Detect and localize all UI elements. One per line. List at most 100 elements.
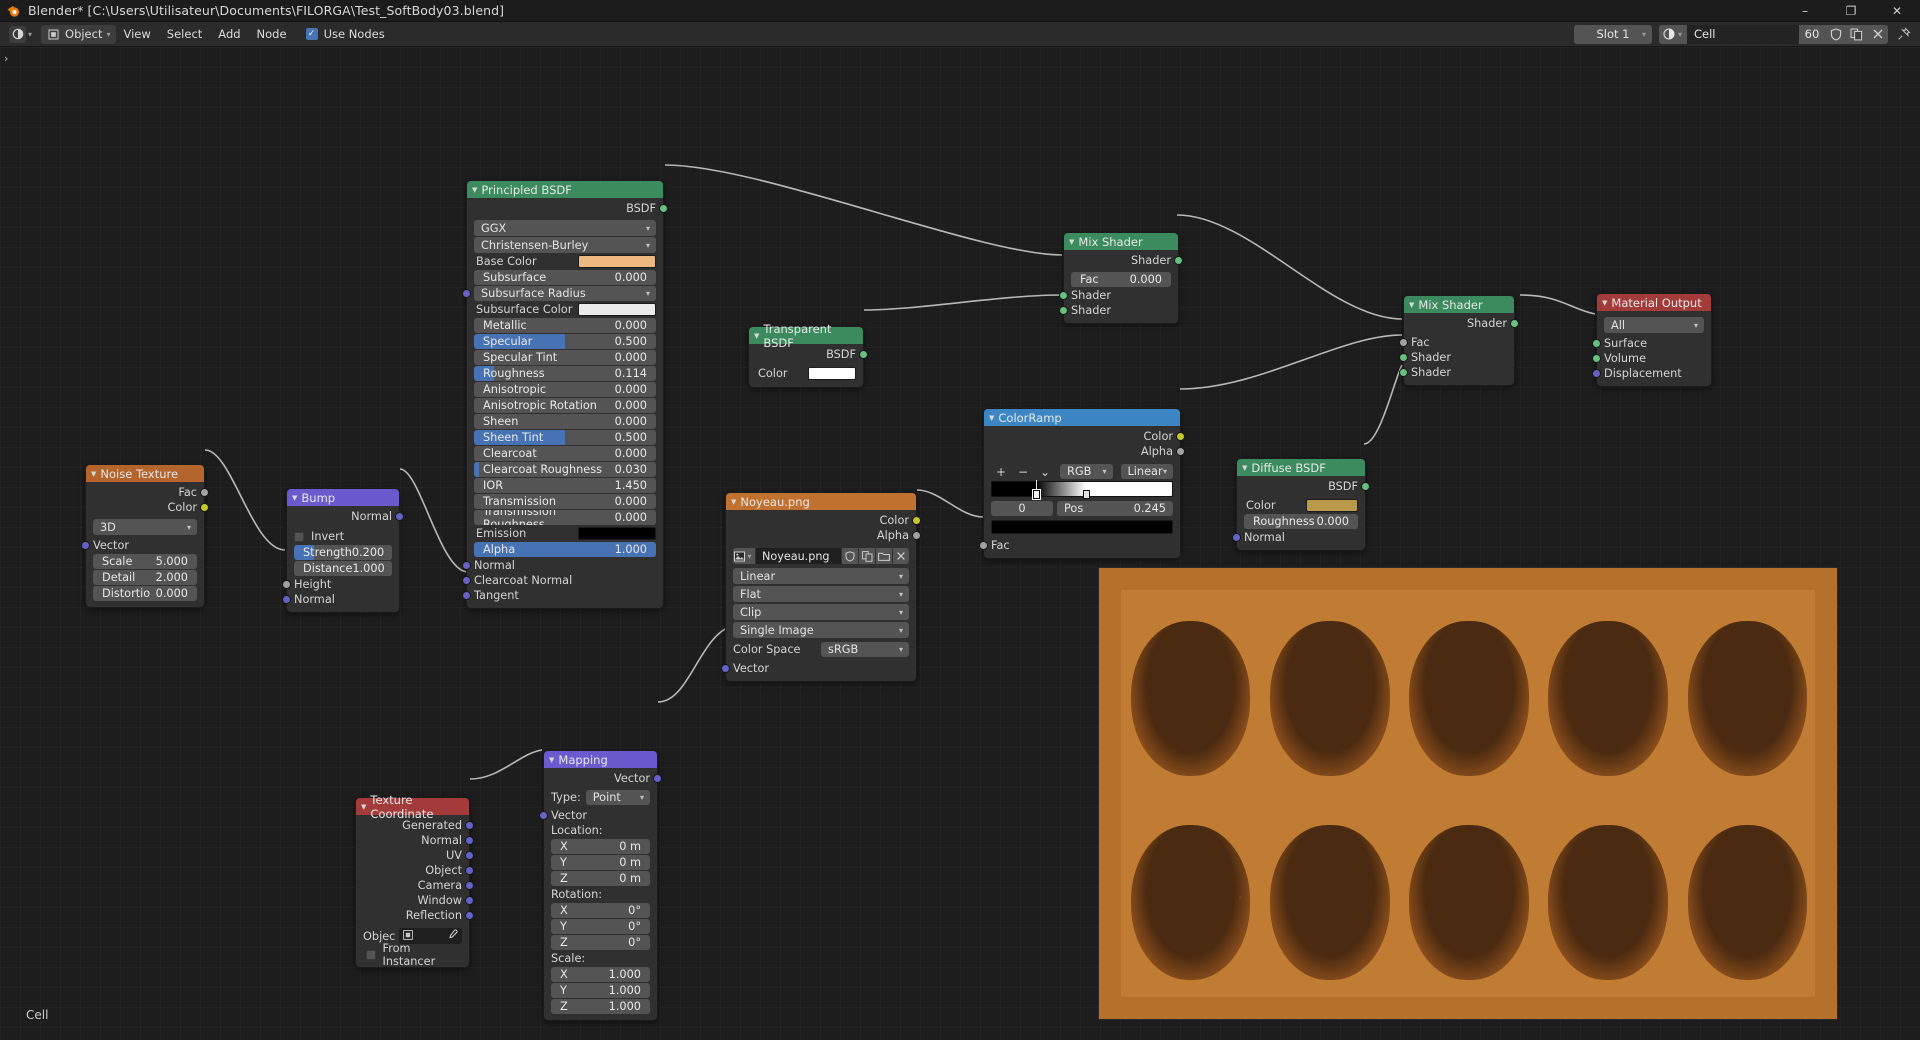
socket-shader-1[interactable] [1059,291,1068,300]
param-emission[interactable]: Emission [474,526,656,541]
rotation-z[interactable]: Z 0° [551,935,650,950]
socket-bsdf[interactable] [859,350,868,359]
material-users-count[interactable]: 60 [1799,24,1825,44]
output-socket-camera[interactable]: Camera [356,878,474,893]
interpolation-dropdown[interactable]: Linear ▾ [733,568,909,584]
param-roughness[interactable]: Roughness 0.000 [1244,514,1358,529]
input-socket-normal[interactable]: Normal [1232,530,1365,545]
input-socket-volume[interactable]: Volume [1592,351,1711,366]
input-socket-clearcoat-normal[interactable]: Clearcoat Normal [462,573,663,588]
scale-z[interactable]: Z 1.000 [551,999,650,1014]
collapse-triangle-icon[interactable]: ▼ [549,756,554,764]
param-subsurface-color[interactable]: Subsurface Color [474,302,656,317]
add-stop-button[interactable]: + [994,465,1008,479]
socket-normal[interactable] [1232,533,1241,542]
material-browse-button[interactable]: ▾ [1658,24,1687,44]
invert-checkbox-row[interactable]: Invert [287,529,399,544]
node-header[interactable]: ▼ Diffuse BSDF [1237,459,1365,476]
ramp-pos-field[interactable]: Pos 0.245 [1057,501,1173,516]
param-distance[interactable]: Distance 1.000 [294,561,392,576]
socket-fac[interactable] [979,541,988,550]
param-fac[interactable]: Fac 0.000 [1071,272,1171,287]
socket-volume[interactable] [1592,354,1601,363]
node-texture-coordinate[interactable]: ▼ Texture Coordinate Generated Normal UV… [355,793,474,968]
socket-subsurface-radius[interactable] [462,289,471,298]
output-socket-generated[interactable]: Generated [356,818,474,833]
ramp-index-field[interactable]: 0 [991,501,1053,516]
subsurface-method-dropdown[interactable]: Christensen-Burley ▾ [474,237,656,253]
param-sheen-tint[interactable]: Sheen Tint 0.500 [474,430,656,445]
param-metallic[interactable]: Metallic 0.000 [474,318,656,333]
duplicate-icon[interactable] [859,548,875,564]
output-socket-alpha[interactable]: Alpha [984,444,1185,459]
ramp-selected-color-swatch[interactable] [991,520,1173,534]
interpolation-dropdown[interactable]: Linear ▾ [1120,464,1173,479]
socket-color[interactable] [912,516,921,525]
menu-select[interactable]: Select [159,25,210,44]
base-color-swatch[interactable] [578,255,656,268]
node-bump[interactable]: ▼ Bump Normal Invert Strength 0.200 Dist… [282,488,404,613]
param-anisotropic[interactable]: Anisotropic 0.000 [474,382,656,397]
output-socket-reflection[interactable]: Reflection [356,908,474,923]
output-socket-bsdf[interactable]: BSDF [749,347,868,362]
collapse-triangle-icon[interactable]: ▼ [1069,238,1074,246]
pin-icon[interactable] [1894,25,1914,44]
socket-normal[interactable] [465,836,474,845]
target-dropdown[interactable]: All ▾ [1604,317,1704,333]
input-socket-normal[interactable]: Normal [462,558,663,573]
collapse-triangle-icon[interactable]: ▼ [472,186,477,194]
maximize-button[interactable]: ❐ [1828,0,1874,22]
socket-tangent[interactable] [462,591,471,600]
param-specular-tint[interactable]: Specular Tint 0.000 [474,350,656,365]
socket-uv[interactable] [465,851,474,860]
node-header[interactable]: ▼ Noise Texture [86,465,204,482]
socket-vector[interactable] [721,664,730,673]
color-ramp-gradient[interactable] [991,480,1173,499]
collapse-triangle-icon[interactable]: ▼ [1602,299,1607,307]
socket-bsdf[interactable] [659,204,668,213]
node-principled-bsdf[interactable]: ▼ Principled BSDF BSDF GGX ▾ Christensen… [462,180,668,609]
socket-shader-out[interactable] [1510,319,1519,328]
remove-stop-button[interactable]: − [1016,465,1030,479]
param-detail[interactable]: Detail 2.000 [93,570,197,585]
output-socket-color[interactable]: Color [726,513,921,528]
socket-fac[interactable] [1399,338,1408,347]
param-anisotropic-rotation[interactable]: Anisotropic Rotation 0.000 [474,398,656,413]
distribution-dropdown[interactable]: GGX ▾ [474,220,656,236]
socket-color[interactable] [1176,432,1185,441]
output-socket-fac[interactable]: Fac [86,485,209,500]
type-dropdown[interactable]: Point ▾ [585,790,650,805]
socket-window[interactable] [465,896,474,905]
node-transparent-bsdf[interactable]: ▼ Transparent BSDF BSDF Color [748,322,868,388]
socket-alpha[interactable] [912,531,921,540]
collapse-triangle-icon[interactable]: ▼ [989,414,994,422]
close-button[interactable]: ✕ [1874,0,1920,22]
checkbox-icon[interactable] [366,949,376,960]
node-color-ramp[interactable]: ▼ ColorRamp Color Alpha + − ⌄ RGB ▾ Line… [979,408,1185,559]
node-mix-shader-2[interactable]: ▼ Mix Shader Shader Fac Shader Shader [1399,295,1519,386]
socket-shader-1[interactable] [1399,353,1408,362]
scale-x[interactable]: X 1.000 [551,967,650,982]
ramp-menu-button[interactable]: ⌄ [1038,465,1052,479]
input-socket-shader-2[interactable]: Shader [1399,365,1514,380]
output-socket-normal[interactable]: Normal [356,833,474,848]
param-color[interactable]: Color [756,366,856,381]
socket-alpha[interactable] [1176,447,1185,456]
output-socket-object[interactable]: Object [356,863,474,878]
node-header[interactable]: ▼ Mix Shader [1064,233,1178,250]
diffuse-color-swatch[interactable] [1306,499,1358,512]
input-socket-fac[interactable]: Fac [979,538,1180,553]
material-name-field[interactable]: Cell [1687,24,1799,44]
color-space-dropdown[interactable]: sRGB ▾ [821,642,909,657]
rotation-x[interactable]: X 0° [551,903,650,918]
node-noise-texture[interactable]: ▼ Noise Texture Fac Color 3D ▾ Vector Sc… [81,464,209,608]
shield-icon[interactable] [842,548,858,564]
node-mapping[interactable]: ▼ Mapping Vector Type: Point ▾ Vector Lo… [539,750,662,1021]
param-ior[interactable]: IOR 1.450 [474,478,656,493]
collapse-triangle-icon[interactable]: ▼ [361,803,366,811]
socket-color[interactable] [200,503,209,512]
input-socket-vector[interactable]: Vector [539,808,657,823]
output-socket-color[interactable]: Color [86,500,209,515]
dimension-dropdown[interactable]: 3D ▾ [93,519,197,535]
collapse-triangle-icon[interactable]: ▼ [1409,301,1414,309]
